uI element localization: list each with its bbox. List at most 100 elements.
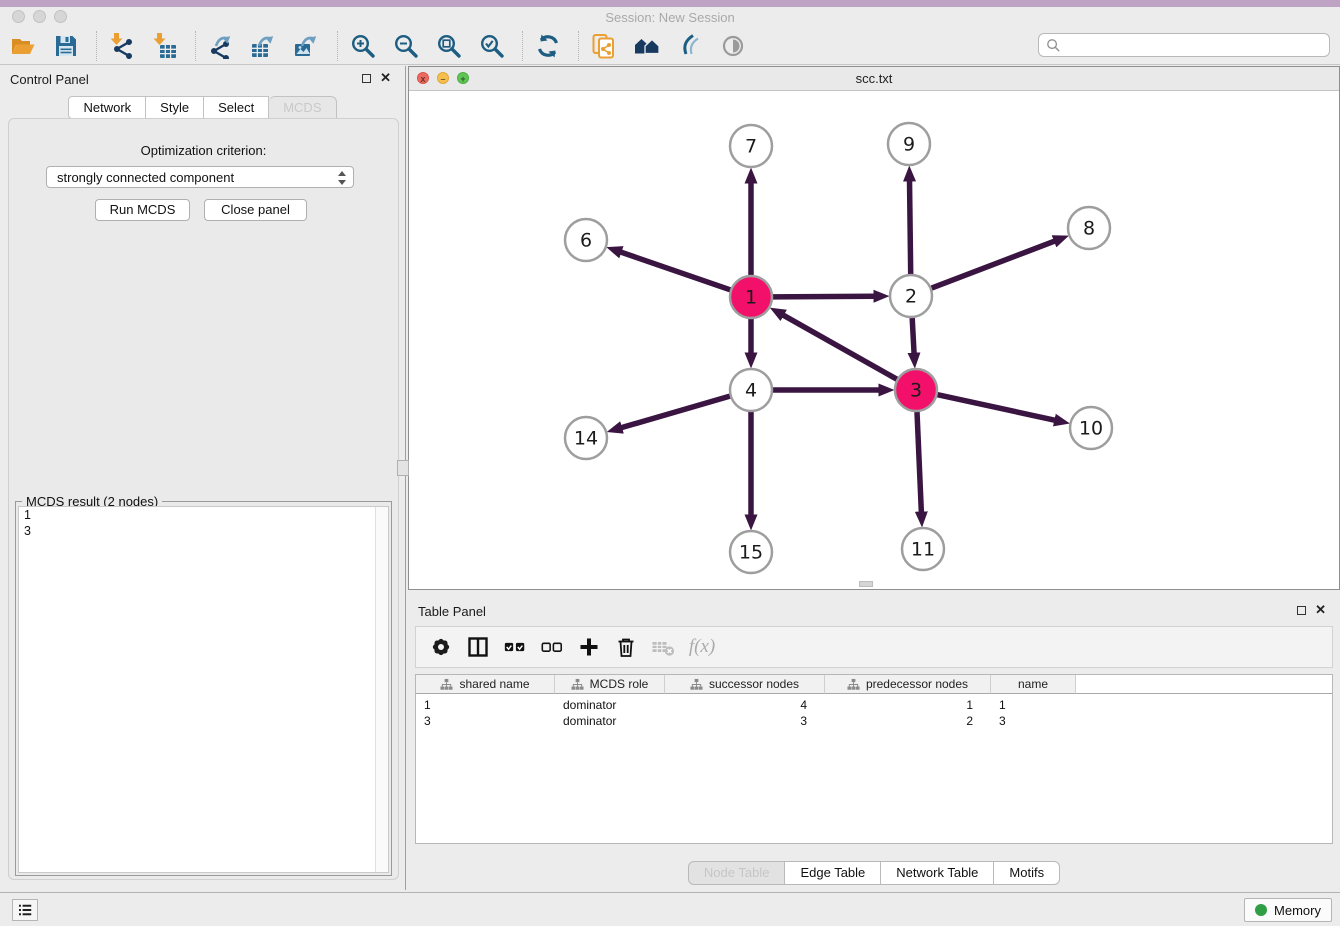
column-edit-icon [440, 678, 453, 691]
delete-column-icon[interactable] [650, 634, 676, 660]
panel-divider-grip[interactable] [397, 460, 409, 476]
svg-text:7: 7 [745, 136, 757, 158]
open-folder-icon[interactable] [8, 31, 38, 61]
column-header-name[interactable]: name [991, 675, 1076, 694]
add-row-icon[interactable] [576, 634, 602, 660]
mcds-result-textarea[interactable]: 13 [18, 506, 389, 873]
select-all-icon[interactable] [502, 634, 528, 660]
task-history-button[interactable] [12, 899, 38, 921]
tab-select[interactable]: Select [204, 96, 269, 119]
node-3[interactable]: 3 [895, 369, 937, 411]
table-cell[interactable]: 1 [991, 697, 1076, 713]
tab-node-table[interactable]: Node Table [688, 861, 786, 885]
table-cell[interactable]: 2 [825, 713, 991, 729]
clone-network-icon[interactable] [589, 31, 619, 61]
table-toolbar: f(x) [415, 626, 1333, 668]
table-cell[interactable]: 1 [825, 697, 991, 713]
table-cell[interactable]: dominator [555, 713, 665, 729]
table-cell[interactable]: 3 [991, 713, 1076, 729]
save-icon[interactable] [51, 31, 81, 61]
window-title: Session: New Session [0, 10, 1340, 25]
edge-3-11[interactable] [917, 412, 921, 513]
table-cell[interactable]: 4 [665, 697, 825, 713]
node-14[interactable]: 14 [565, 417, 607, 459]
table-panel: Table Panel ✕ f(x) shared nameMCDS roles… [408, 595, 1340, 890]
export-network-icon[interactable] [206, 31, 236, 61]
first-neighbors-icon[interactable] [632, 31, 662, 61]
tab-motifs[interactable]: Motifs [994, 861, 1060, 885]
float-panel-icon[interactable] [362, 74, 371, 83]
node-10[interactable]: 10 [1070, 407, 1112, 449]
deselect-all-icon[interactable] [539, 634, 565, 660]
table-row[interactable]: 3dominator323 [416, 713, 1332, 729]
node-2[interactable]: 2 [890, 275, 932, 317]
close-panel-icon[interactable]: ✕ [380, 71, 391, 85]
import-table-icon[interactable] [150, 31, 180, 61]
refresh-icon[interactable] [533, 31, 563, 61]
function-builder-icon[interactable]: f(x) [689, 634, 715, 660]
tab-network[interactable]: Network [68, 96, 146, 119]
control-panel: Control Panel ✕ NetworkStyleSelectMCDS O… [0, 66, 406, 890]
tab-network-table[interactable]: Network Table [881, 861, 994, 885]
edge-1-2[interactable] [773, 296, 875, 297]
edge-1-6[interactable] [620, 252, 730, 290]
node-6[interactable]: 6 [565, 219, 607, 261]
table-cell[interactable]: 3 [416, 713, 555, 729]
column-header-successor-nodes[interactable]: successor nodes [665, 675, 825, 694]
edge-2-3[interactable] [912, 318, 914, 354]
tab-style[interactable]: Style [146, 96, 204, 119]
titlebar[interactable]: Session: New Session [0, 7, 1340, 27]
tab-edge-table[interactable]: Edge Table [785, 861, 881, 885]
column-header-MCDS-role[interactable]: MCDS role [555, 675, 665, 694]
node-8[interactable]: 8 [1068, 207, 1110, 249]
network-canvas[interactable]: 7 9 6 8 1 2 4 3 14 10 15 11 [409, 90, 1339, 588]
close-panel-button[interactable]: Close panel [204, 199, 307, 221]
node-1[interactable]: 1 [730, 276, 772, 318]
run-mcds-button[interactable]: Run MCDS [95, 199, 190, 221]
column-edit-icon [690, 678, 703, 691]
node-15[interactable]: 15 [730, 531, 772, 573]
table-row[interactable]: 1dominator411 [416, 697, 1332, 713]
network-resize-grip[interactable] [859, 581, 873, 587]
zoom-fit-icon[interactable] [434, 31, 464, 61]
table-cell[interactable]: 3 [665, 713, 825, 729]
graphics-details-icon[interactable] [675, 31, 705, 61]
criterion-dropdown[interactable]: strongly connected component [46, 166, 354, 188]
node-9[interactable]: 9 [888, 123, 930, 165]
search-box[interactable] [1038, 33, 1330, 57]
column-header-predecessor-nodes[interactable]: predecessor nodes [825, 675, 991, 694]
svg-text:2: 2 [905, 286, 917, 308]
search-input[interactable] [1065, 35, 1329, 55]
table-settings-icon[interactable] [428, 634, 454, 660]
edge-3-1[interactable] [782, 315, 896, 380]
export-table-icon[interactable] [249, 31, 279, 61]
svg-text:9: 9 [903, 134, 915, 156]
toolbar-separator [96, 31, 98, 61]
delete-row-icon[interactable] [613, 634, 639, 660]
zoom-selected-icon[interactable] [477, 31, 507, 61]
table-header-row: shared nameMCDS rolesuccessor nodesprede… [416, 675, 1332, 694]
result-scrollbar[interactable] [375, 507, 388, 872]
close-table-panel-icon[interactable]: ✕ [1315, 603, 1326, 617]
column-header-shared-name[interactable]: shared name [416, 675, 555, 694]
edge-2-9[interactable] [910, 180, 911, 274]
float-table-panel-icon[interactable] [1297, 606, 1306, 615]
network-window-titlebar[interactable]: x – + scc.txt [409, 67, 1339, 91]
node-table[interactable]: shared nameMCDS rolesuccessor nodesprede… [415, 674, 1333, 844]
node-4[interactable]: 4 [730, 369, 772, 411]
table-cell[interactable]: dominator [555, 697, 665, 713]
column-view-icon[interactable] [465, 634, 491, 660]
edge-2-8[interactable] [932, 241, 1056, 288]
export-image-icon[interactable] [292, 31, 322, 61]
node-7[interactable]: 7 [730, 125, 772, 167]
zoom-out-icon[interactable] [391, 31, 421, 61]
edge-3-10[interactable] [938, 395, 1056, 421]
table-cell[interactable]: 1 [416, 697, 555, 713]
edge-4-14[interactable] [621, 396, 730, 428]
zoom-in-icon[interactable] [348, 31, 378, 61]
import-network-icon[interactable] [107, 31, 137, 61]
show-hide-icon[interactable] [718, 31, 748, 61]
node-11[interactable]: 11 [902, 528, 944, 570]
memory-button[interactable]: Memory [1244, 898, 1332, 922]
result-line: 1 [19, 507, 388, 523]
